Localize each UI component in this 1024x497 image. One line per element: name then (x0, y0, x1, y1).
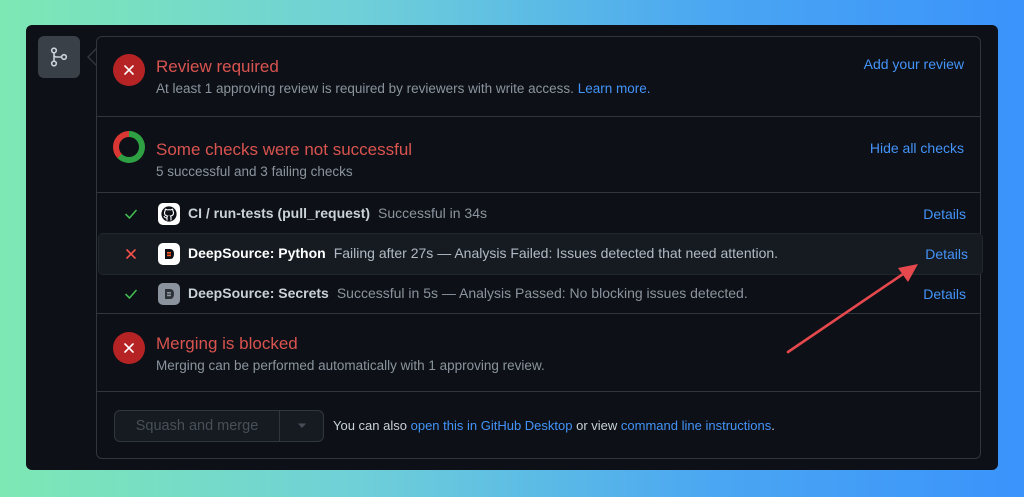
merge-panel: Review required At least 1 approving rev… (96, 36, 982, 459)
check-row-text: CI / run-tests (pull_request) Successful … (188, 205, 487, 221)
review-section: Review required At least 1 approving rev… (97, 37, 980, 117)
x-icon (124, 343, 134, 353)
check-name: DeepSource: Python (188, 245, 326, 261)
branch-badge (38, 36, 80, 78)
command-line-instructions-link[interactable]: command line instructions (621, 418, 771, 433)
details-link[interactable]: Details (923, 206, 966, 222)
merge-box-window: Review required At least 1 approving rev… (26, 25, 998, 470)
checks-title: Some checks were not successful (156, 140, 413, 159)
x-icon (123, 246, 139, 262)
check-row-deepsource-python: DeepSource: Python Failing after 27s — An… (99, 234, 982, 274)
hide-all-checks-link[interactable]: Hide all checks (870, 140, 964, 156)
merge-title: Merging is blocked (156, 334, 298, 353)
merge-footer: Squash and merge You can also open this … (97, 392, 980, 458)
review-title: Review required (156, 57, 279, 76)
merge-status-icon (113, 332, 145, 364)
check-name: CI / run-tests (pull_request) (188, 205, 371, 221)
review-status-icon (113, 54, 145, 86)
add-review-link[interactable]: Add your review (864, 56, 964, 72)
github-desktop-link[interactable]: open this in GitHub Desktop (411, 418, 573, 433)
squash-and-merge-button[interactable]: Squash and merge (115, 411, 280, 441)
details-link[interactable]: Details (925, 246, 968, 262)
checks-section: Some checks were not successful 5 succes… (97, 117, 980, 193)
check-detail: Failing after 27s — Analysis Failed: Iss… (333, 245, 779, 261)
footer-text: You can also open this in GitHub Desktop… (333, 418, 775, 433)
merge-status-section: Merging is blocked Merging can be perfor… (97, 313, 980, 392)
squash-merge-button-group: Squash and merge (114, 410, 324, 442)
check-name: DeepSource: Secrets (188, 285, 329, 301)
panel-pointer (87, 48, 97, 66)
github-icon (158, 203, 180, 225)
details-link[interactable]: Details (923, 286, 966, 302)
review-description-text: At least 1 approving review is required … (156, 81, 574, 96)
check-detail: Successful in 34s (378, 205, 487, 221)
x-icon (124, 65, 134, 75)
check-icon (123, 206, 139, 222)
check-icon (123, 286, 139, 302)
triangle-down-icon (297, 423, 306, 428)
footer-text-suffix: . (771, 418, 775, 433)
checks-summary: 5 successful and 3 failing checks (156, 164, 353, 179)
merge-method-dropdown[interactable] (280, 411, 323, 441)
git-branch-icon (50, 47, 68, 67)
deepsource-icon (158, 283, 180, 305)
merge-description: Merging can be performed automatically w… (156, 358, 545, 373)
check-row-text: DeepSource: Secrets Successful in 5s — An… (188, 285, 748, 301)
footer-text-middle: or view (576, 418, 618, 433)
check-row-ci: CI / run-tests (pull_request) Successful … (97, 194, 982, 234)
check-detail: Successful in 5s — Analysis Passed: No b… (336, 285, 748, 301)
learn-more-link[interactable]: Learn more. (578, 81, 651, 96)
review-description: At least 1 approving review is required … (156, 81, 650, 96)
check-row-deepsource-secrets: DeepSource: Secrets Successful in 5s — An… (97, 274, 982, 314)
checks-status-donut (113, 131, 145, 163)
deepsource-icon (158, 243, 180, 265)
check-row-text: DeepSource: Python Failing after 27s — An… (188, 245, 778, 261)
footer-text-prefix: You can also (333, 418, 407, 433)
